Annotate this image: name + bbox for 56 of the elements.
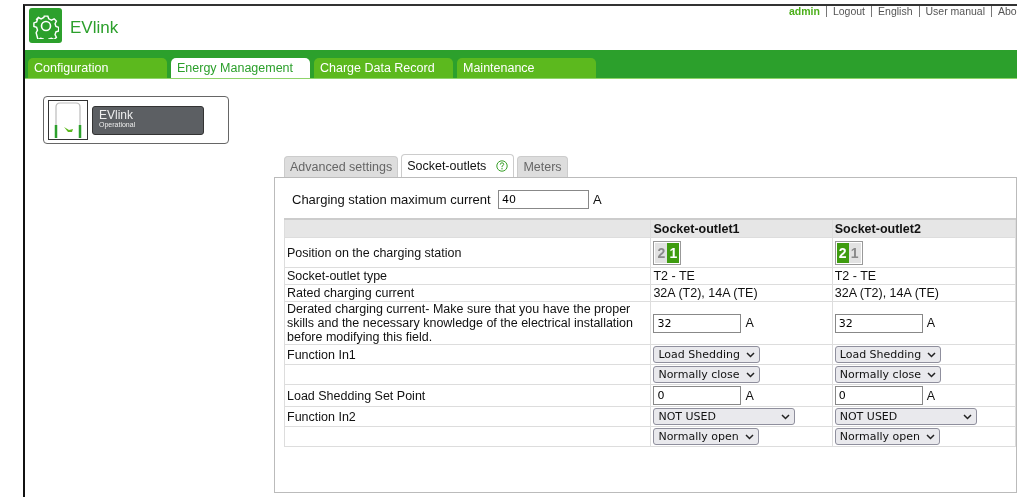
unit-label: A: [926, 316, 936, 330]
input-field[interactable]: 0: [653, 386, 742, 405]
column-header: Socket-outlet2: [832, 219, 1016, 238]
row-label: Load Shedding Set Point: [284, 384, 651, 407]
row-label: Function In1: [284, 344, 651, 365]
row-label: Socket-outlet type: [284, 267, 651, 285]
table-cell: T2 - TE: [650, 267, 833, 285]
unit-label: A: [593, 191, 602, 207]
dropdown[interactable]: Normally open: [653, 428, 759, 445]
dropdown[interactable]: Load Shedding: [653, 346, 760, 363]
field-label: Charging station maximum current: [292, 191, 492, 207]
row-label: Rated charging current: [284, 284, 651, 302]
dropdown[interactable]: Normally close: [653, 366, 760, 383]
socket-position-icon: 2 1: [834, 241, 863, 265]
caret-icon: [962, 413, 972, 420]
unit-label: A: [745, 316, 754, 330]
dropdown[interactable]: NOT USED: [834, 408, 977, 425]
help-icon[interactable]: [496, 160, 509, 172]
input-field[interactable]: 0: [834, 386, 923, 405]
input-field[interactable]: 40: [498, 189, 589, 209]
caret-icon: [781, 413, 791, 420]
header-link[interactable]: Abo: [991, 6, 1017, 17]
unit-label: A: [926, 388, 936, 403]
caret-icon: [926, 433, 936, 440]
socket-position-icon: 2 1: [653, 241, 682, 265]
dropdown[interactable]: NOT USED: [653, 408, 796, 425]
settings-tab[interactable]: Socket-outlets: [401, 154, 515, 177]
settings-tab[interactable]: Advanced settings: [284, 156, 399, 177]
caret-icon: [927, 351, 937, 358]
caret-icon: [926, 371, 936, 378]
table-cell: 32A (T2), 14A (TE): [650, 284, 833, 302]
app-title: EVlink: [70, 18, 119, 39]
unit-label: A: [745, 388, 754, 403]
settings-tab[interactable]: Meters: [517, 156, 568, 177]
dropdown[interactable]: Normally open: [834, 428, 941, 445]
caret-icon: [744, 433, 754, 440]
gear-logo-icon: [29, 8, 62, 43]
username: admin: [788, 6, 821, 17]
caret-icon: [746, 351, 755, 358]
station-name: EVlink: [99, 108, 134, 121]
dropdown[interactable]: Load Shedding: [834, 346, 942, 363]
table-cell: T2 - TE: [832, 267, 1016, 285]
caret-icon: [745, 371, 755, 378]
nav-tab[interactable]: Energy Management: [171, 58, 310, 78]
row-label: Function In2: [284, 406, 651, 427]
charging-station-icon: [48, 100, 88, 140]
row-label: Position on the charging station: [284, 237, 651, 268]
column-header: Socket-outlet1: [650, 219, 833, 238]
header-link[interactable]: Logout: [825, 6, 872, 17]
table-cell: 32A (T2), 14A (TE): [832, 284, 1016, 302]
input-field[interactable]: 32: [653, 313, 742, 333]
row-label: Derated charging current- Make sure that you have the proper skills and the necessary knowledge of the electrical installation before modifying this field.: [284, 301, 651, 345]
header-link[interactable]: English: [871, 6, 919, 17]
header-link[interactable]: User manual: [918, 6, 992, 17]
input-field[interactable]: 32: [834, 313, 923, 333]
dropdown[interactable]: Normally close: [834, 366, 941, 383]
